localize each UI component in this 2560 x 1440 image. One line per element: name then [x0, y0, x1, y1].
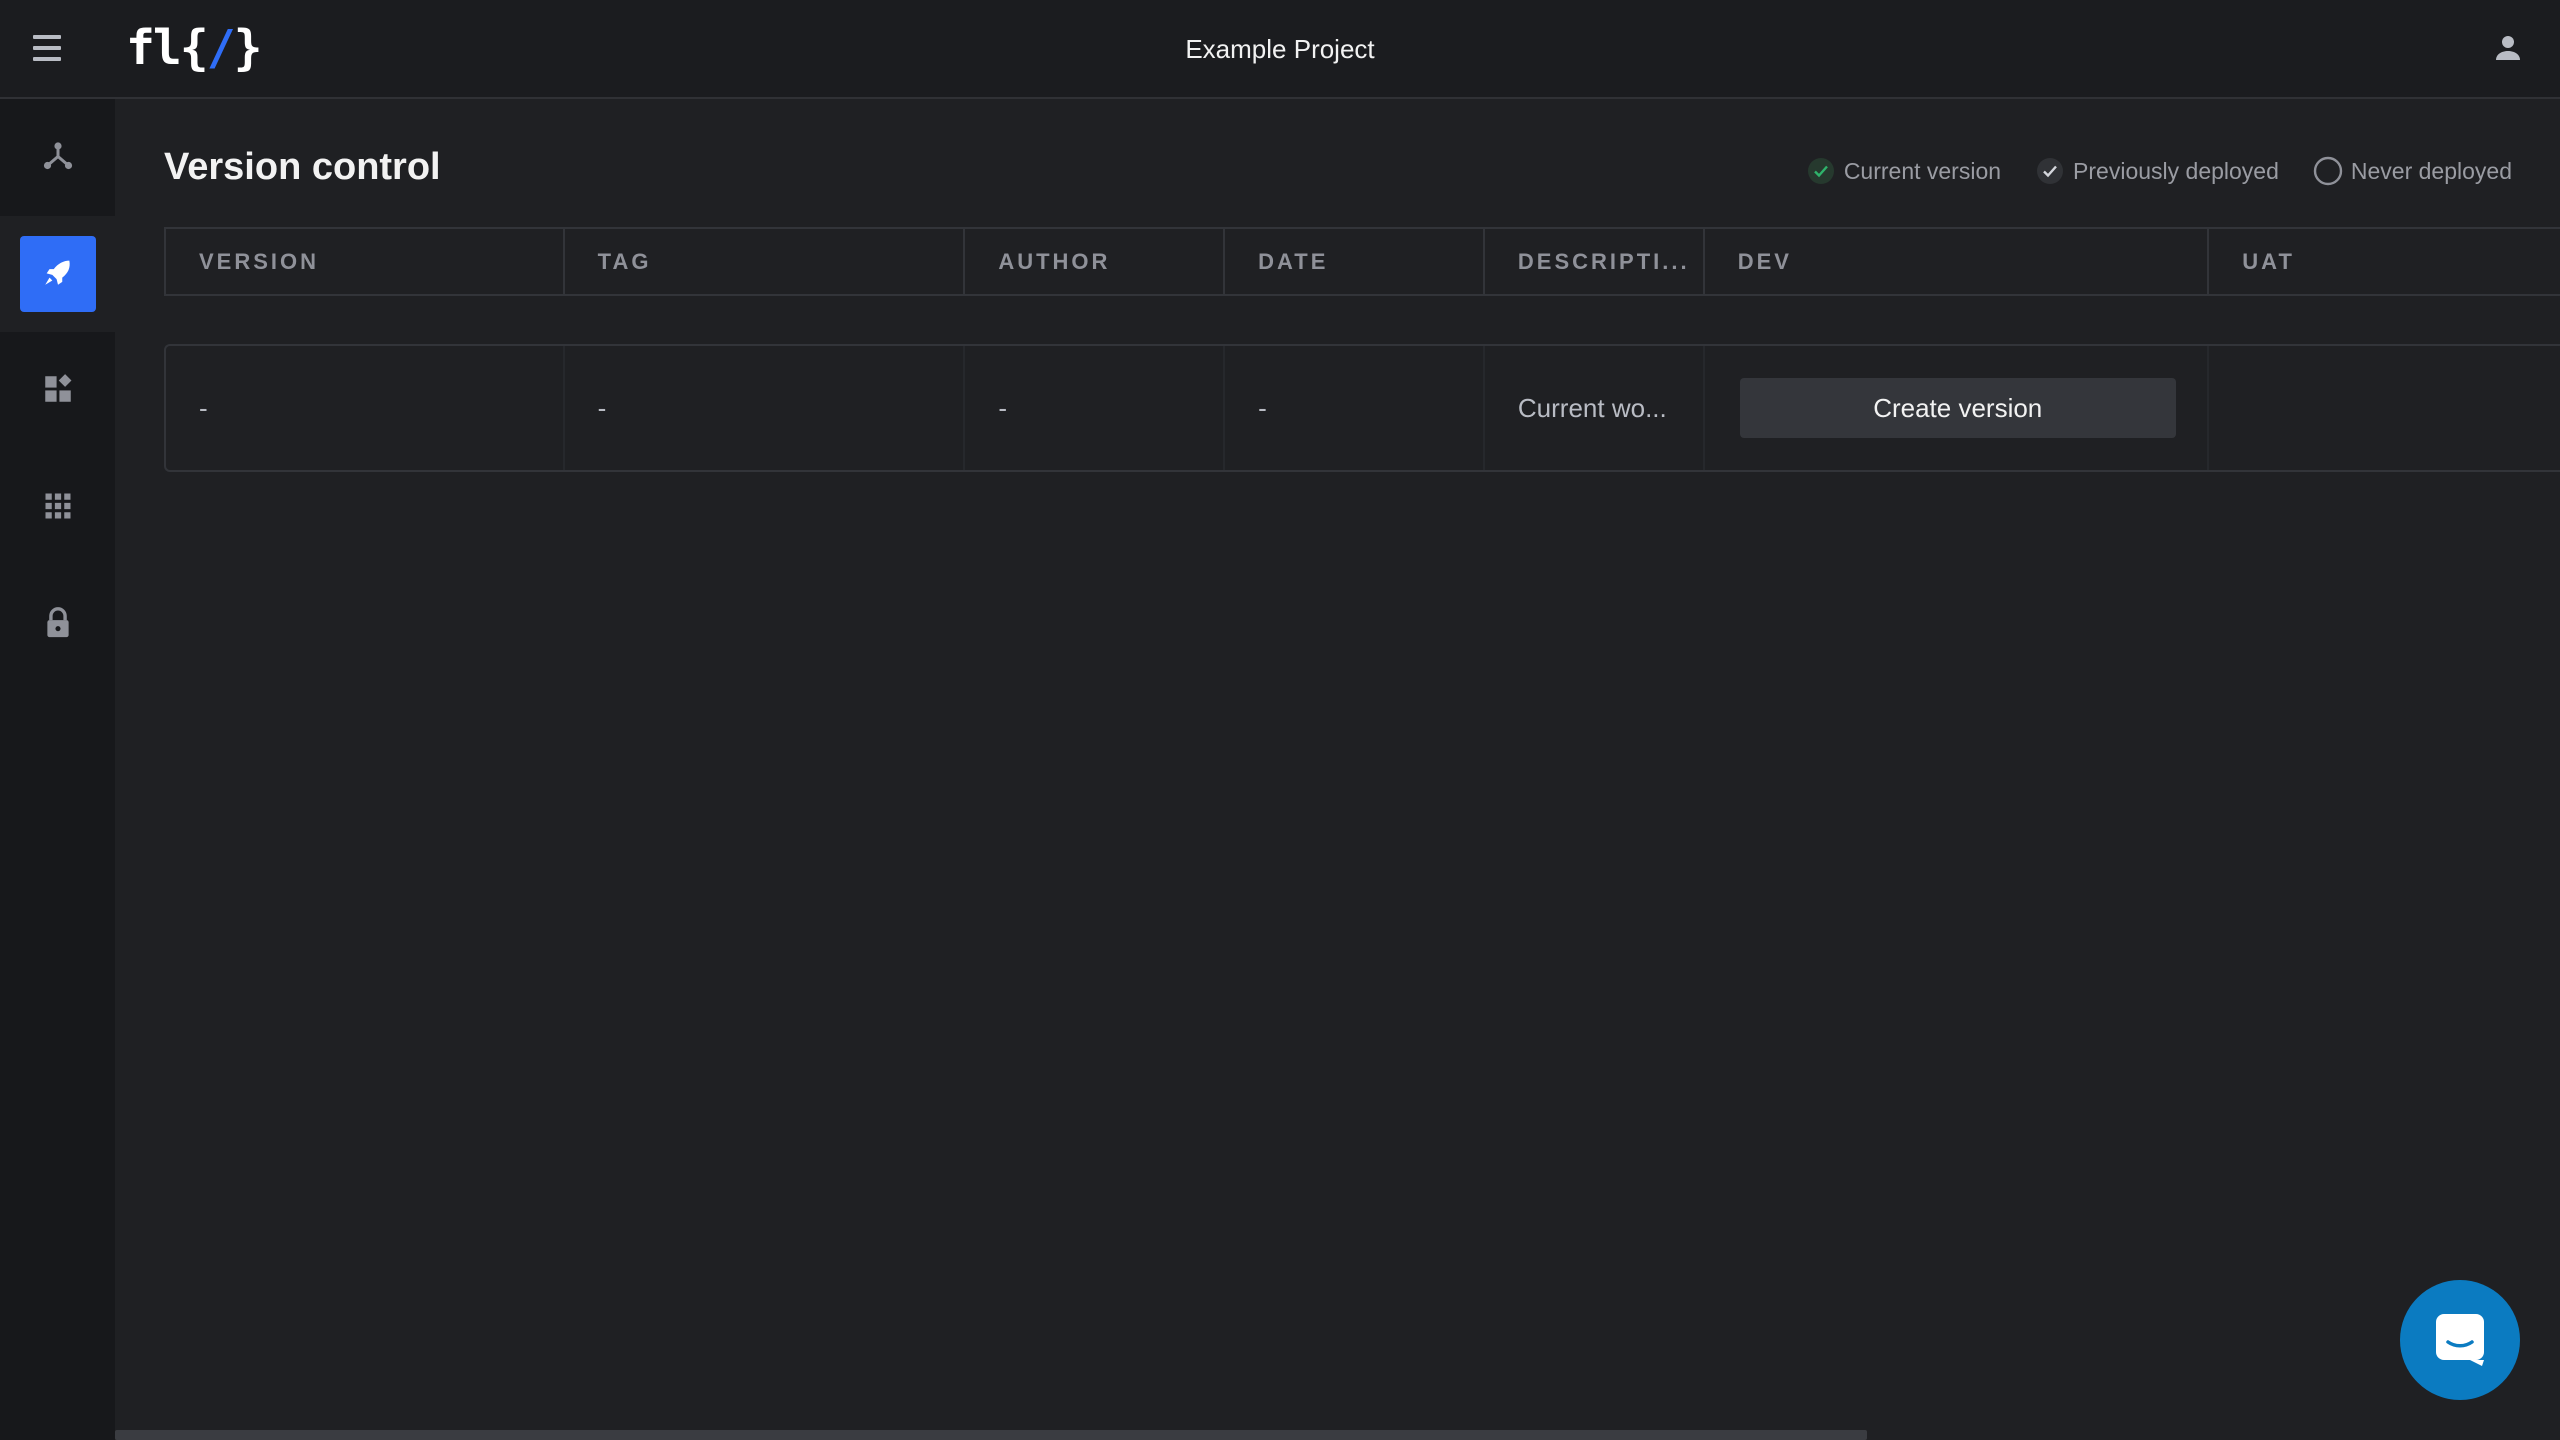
logo-brace-open: {: [179, 20, 209, 76]
column-header-date[interactable]: DATE: [1225, 229, 1485, 294]
legend: Current version Previously deployed Neve…: [1806, 156, 2512, 186]
active-indicator: [19, 236, 96, 312]
cell-date: -: [1225, 346, 1485, 470]
logo-text: fl: [126, 20, 182, 76]
cell-dev: Create version: [1705, 346, 2210, 470]
check-circle-icon: [2035, 156, 2065, 186]
sidebar: [0, 99, 115, 1440]
empty-circle-icon: [2313, 156, 2343, 186]
column-header-version[interactable]: VERSION: [166, 229, 565, 294]
column-header-description[interactable]: DESCRIPTI...: [1485, 229, 1705, 294]
table-row: - - - - Current wo... Create version: [164, 344, 2560, 472]
project-title: Example Project: [1185, 34, 1375, 64]
top-bar: fl{/} Example Project: [0, 0, 2560, 99]
column-header-tag[interactable]: TAG: [565, 229, 966, 294]
table-header: VERSION TAG AUTHOR DATE DESCRIPTI... DEV…: [164, 227, 2560, 296]
column-header-dev[interactable]: DEV: [1705, 229, 2210, 294]
legend-current-version: Current version: [1806, 156, 2001, 186]
horizontal-scrollbar[interactable]: [115, 1430, 1867, 1440]
legend-previously-deployed: Previously deployed: [2035, 156, 2279, 186]
sidebar-item-widgets[interactable]: [0, 333, 115, 449]
page-title: Version control: [164, 146, 441, 188]
widgets-icon: [41, 372, 75, 411]
legend-previous-label: Previously deployed: [2073, 157, 2279, 184]
sidebar-item-flows[interactable]: [0, 99, 115, 215]
chat-button[interactable]: [2400, 1280, 2520, 1400]
cell-author: -: [965, 346, 1226, 470]
cell-description: Current wo...: [1485, 346, 1705, 470]
sidebar-item-apps[interactable]: [0, 450, 115, 566]
logo-slash: /: [206, 20, 236, 76]
cell-version: -: [166, 346, 565, 470]
legend-current-label: Current version: [1843, 157, 2002, 184]
logo-brace-close: }: [233, 20, 263, 76]
user-icon[interactable]: [2490, 30, 2526, 66]
apps-grid-icon: [43, 491, 73, 526]
legend-never-label: Never deployed: [2350, 157, 2512, 184]
lock-icon: [41, 606, 75, 645]
check-circle-icon: [1806, 156, 1836, 186]
cell-uat: [2209, 346, 2560, 470]
legend-never-deployed: Never deployed: [2313, 156, 2512, 186]
sidebar-item-deployments[interactable]: [0, 216, 115, 332]
rocket-icon: [41, 255, 75, 294]
column-header-author[interactable]: AUTHOR: [965, 229, 1226, 294]
create-version-button[interactable]: Create version: [1739, 378, 2176, 438]
flow-icon: [40, 137, 76, 178]
hamburger-icon[interactable]: [30, 33, 66, 65]
sidebar-item-security[interactable]: [0, 567, 115, 683]
app-logo[interactable]: fl{/}: [126, 20, 263, 76]
cell-tag: -: [565, 346, 966, 470]
column-header-uat[interactable]: UAT: [2209, 229, 2560, 294]
chat-icon: [2430, 1308, 2490, 1373]
